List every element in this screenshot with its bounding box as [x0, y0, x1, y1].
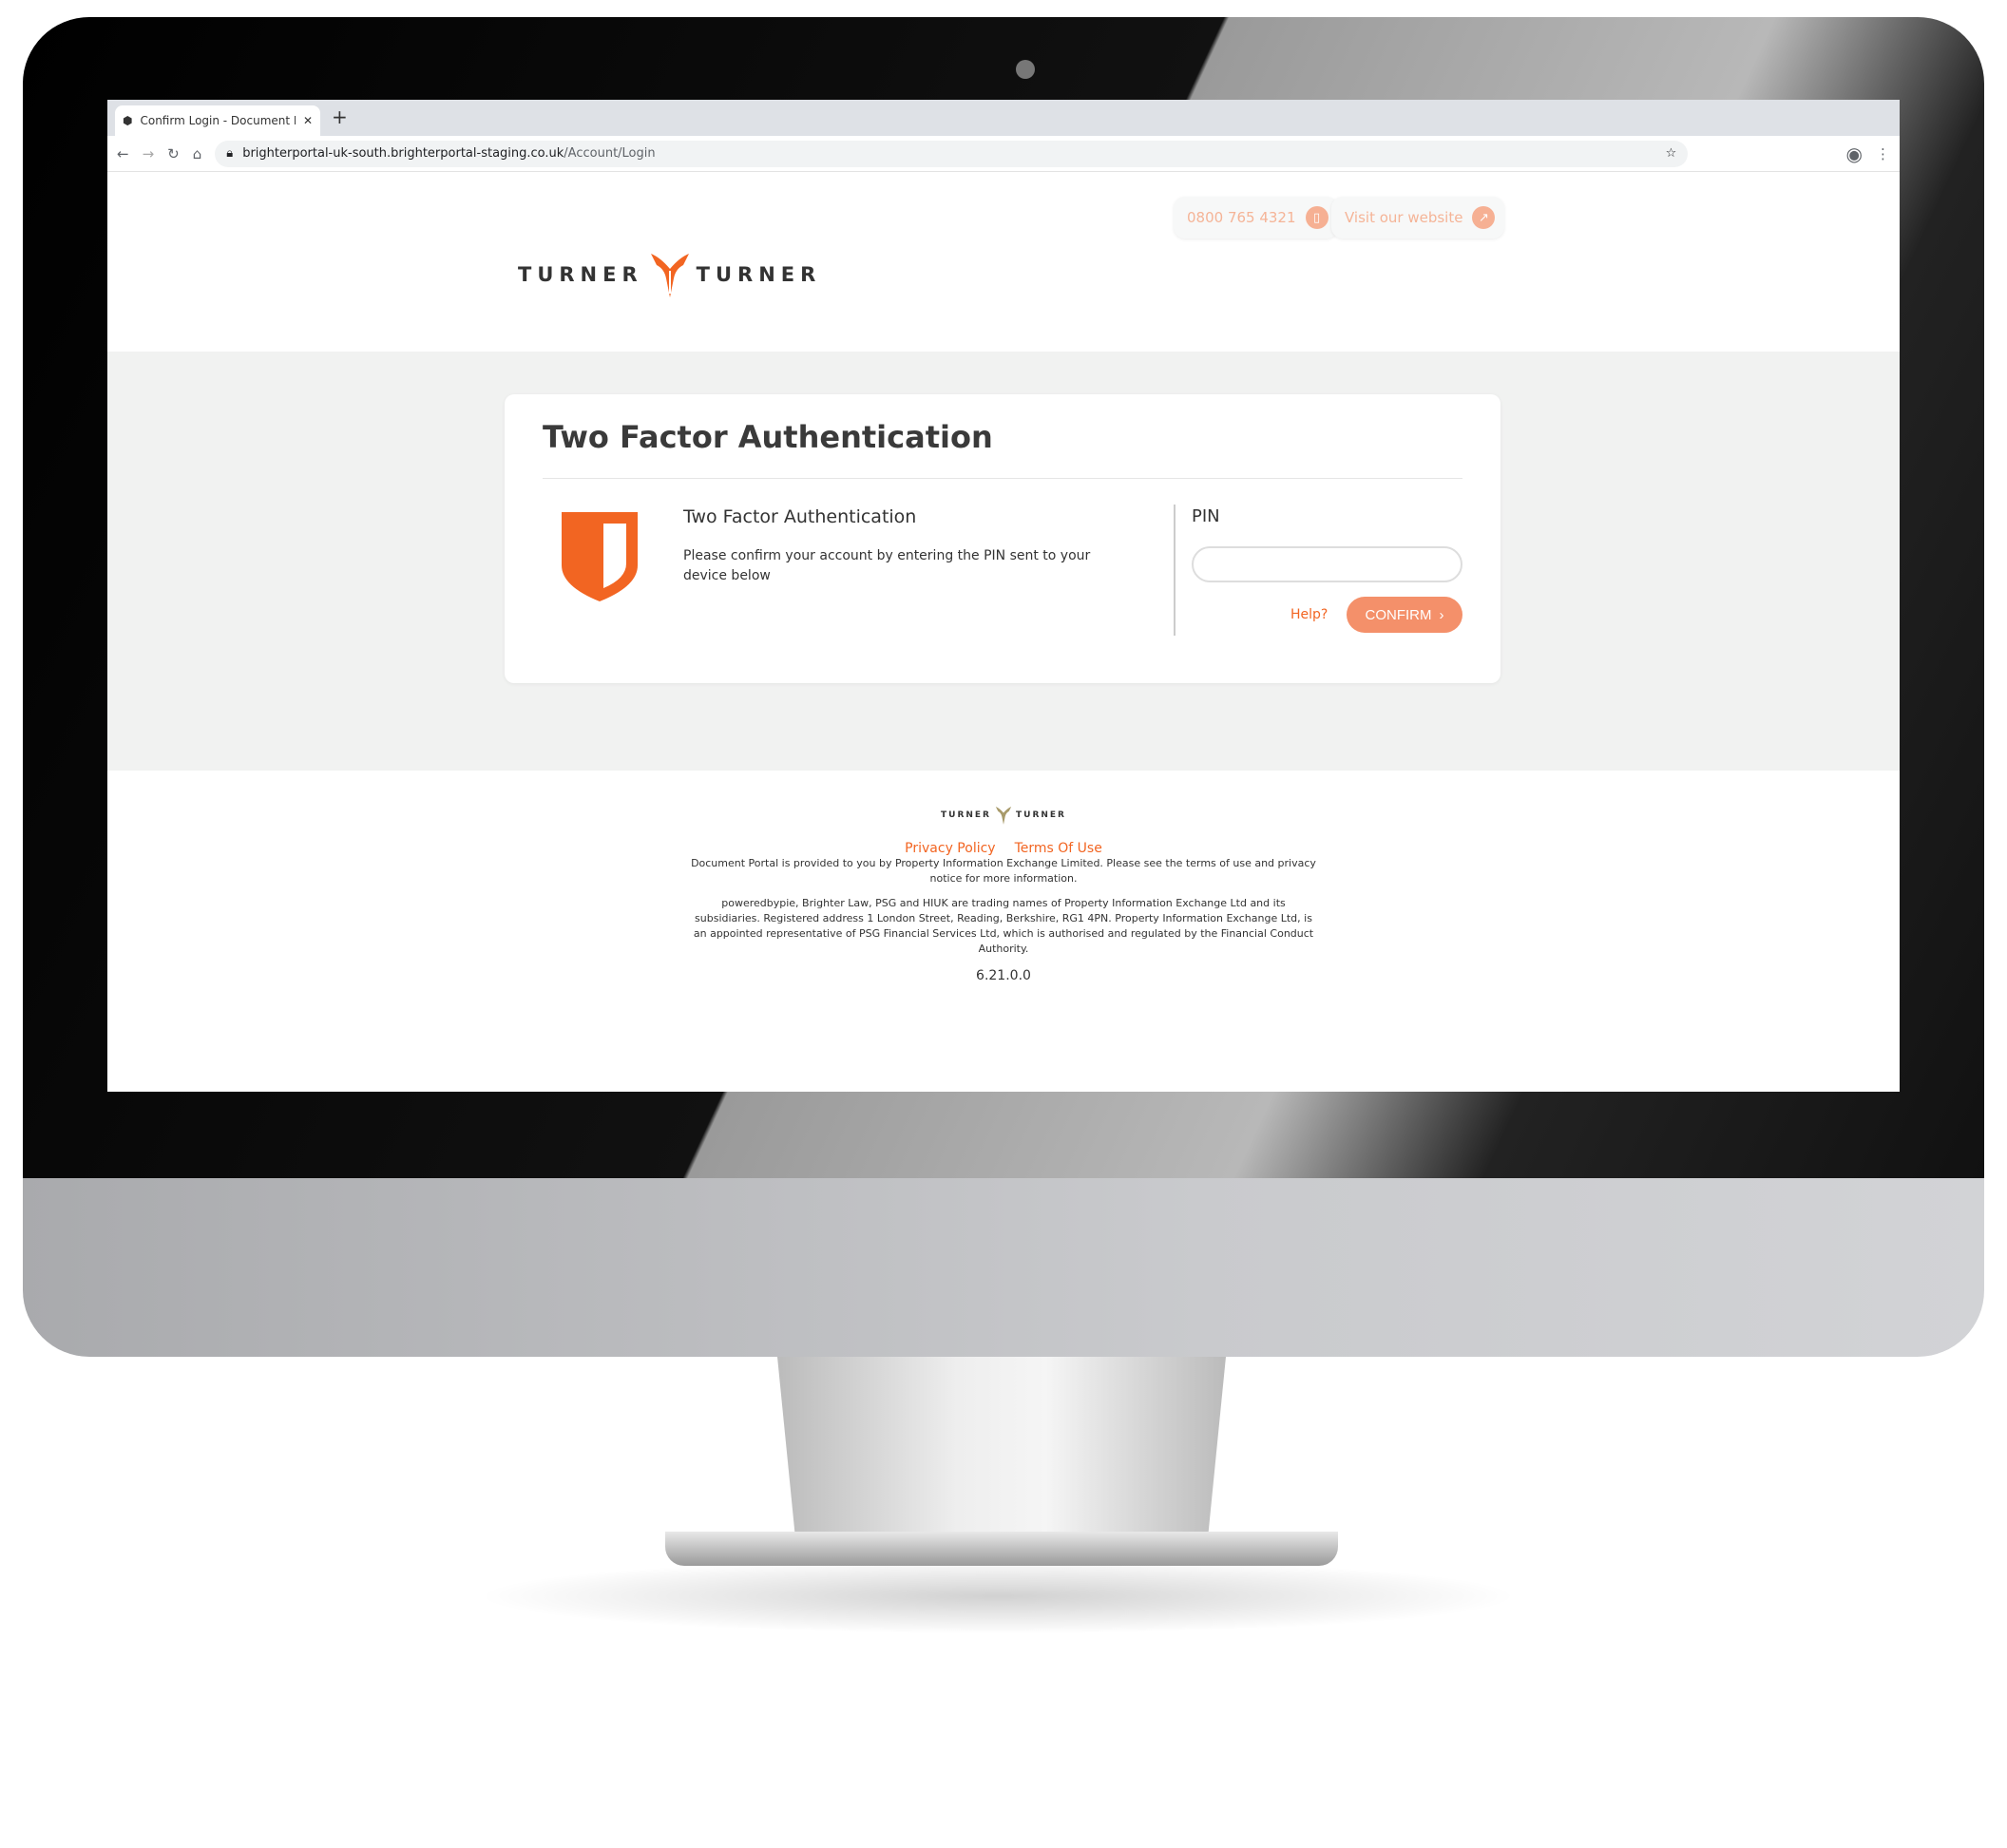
star-icon[interactable]: ☆ — [1666, 146, 1677, 161]
version: 6.21.0.0 — [976, 968, 1031, 983]
logo-text-right: TURNER — [696, 263, 822, 286]
instructions: Please confirm your account by entering … — [683, 548, 1091, 583]
footer-logo-left: TURNER — [941, 810, 991, 820]
favicon-icon: ⬢ — [123, 114, 133, 127]
tab-title: Confirm Login - Document Portal — [140, 114, 295, 127]
stand-shadow — [475, 1558, 1520, 1634]
two-factor-card: Two Factor Authentication Two Factor Aut… — [505, 394, 1500, 683]
footer-logo: TURNER TURNER — [107, 801, 1900, 829]
phone-number: 0800 765 4321 — [1187, 209, 1296, 226]
address-bar[interactable]: 🔒︎ brighterportal-uk-south.brighterporta… — [215, 140, 1689, 167]
monitor-base — [665, 1532, 1338, 1566]
phone-icon: ▯ — [1305, 206, 1328, 229]
menu-icon[interactable]: ⋮ — [1876, 145, 1890, 162]
logo-text-left: TURNER — [518, 263, 643, 286]
tab-bar: ⬢ Confirm Login - Document Portal ✕ + — [107, 100, 1900, 136]
shield-icon — [562, 512, 638, 601]
phone-button[interactable]: 0800 765 4321 ▯ — [1174, 197, 1338, 238]
footer-notice: Document Portal is provided to you by Pr… — [691, 857, 1316, 885]
footer-logo-mark-icon — [995, 807, 1012, 825]
pin-label: PIN — [1192, 506, 1220, 526]
logo-mark-icon — [650, 254, 689, 297]
footer: TURNER TURNER Privacy Policy Terms Of Use… — [107, 801, 1900, 983]
camera — [1016, 60, 1035, 79]
reload-icon[interactable]: ↻ — [167, 145, 180, 162]
privacy-policy-link[interactable]: Privacy Policy — [905, 841, 995, 856]
page: 0800 765 4321 ▯ Visit our website ↗ TURN… — [107, 195, 1900, 1092]
chevron-right-icon: › — [1439, 606, 1444, 623]
url-path: /Account/Login — [564, 146, 656, 161]
footer-legal: poweredbypie, Brighter Law, PSG and HIUK… — [693, 897, 1314, 955]
page-title: Two Factor Authentication — [543, 419, 993, 455]
visit-website-button[interactable]: Visit our website ↗ — [1331, 197, 1505, 238]
url-host: brighterportal-uk-south.brighterportal-s… — [242, 146, 564, 161]
home-icon[interactable]: ⌂ — [193, 145, 202, 162]
new-tab-button[interactable]: + — [332, 105, 348, 128]
screen: ⬢ Confirm Login - Document Portal ✕ + ← … — [107, 100, 1900, 1092]
confirm-label: CONFIRM — [1365, 606, 1432, 623]
help-link[interactable]: Help? — [1290, 607, 1328, 622]
divider — [543, 478, 1462, 479]
profile-icon[interactable]: ◉ — [1846, 143, 1863, 165]
lock-icon: 🔒︎ — [226, 146, 234, 161]
close-icon[interactable]: ✕ — [303, 114, 313, 127]
forward-icon[interactable]: → — [143, 145, 155, 162]
logo: TURNER TURNER — [518, 250, 821, 299]
footer-logo-right: TURNER — [1016, 810, 1066, 820]
external-link-icon: ↗ — [1472, 206, 1496, 229]
address-row: ← → ↻ ⌂ 🔒︎ brighterportal-uk-south.brigh… — [107, 136, 1900, 172]
confirm-button[interactable]: CONFIRM › — [1347, 597, 1462, 633]
monitor-stand — [777, 1357, 1226, 1537]
terms-link[interactable]: Terms Of Use — [1015, 841, 1102, 856]
section-subtitle: Two Factor Authentication — [683, 506, 917, 527]
vertical-divider — [1174, 505, 1176, 636]
website-label: Visit our website — [1345, 209, 1463, 226]
back-icon[interactable]: ← — [117, 145, 129, 162]
pin-input[interactable] — [1192, 546, 1462, 582]
browser-tab[interactable]: ⬢ Confirm Login - Document Portal ✕ — [115, 105, 320, 136]
